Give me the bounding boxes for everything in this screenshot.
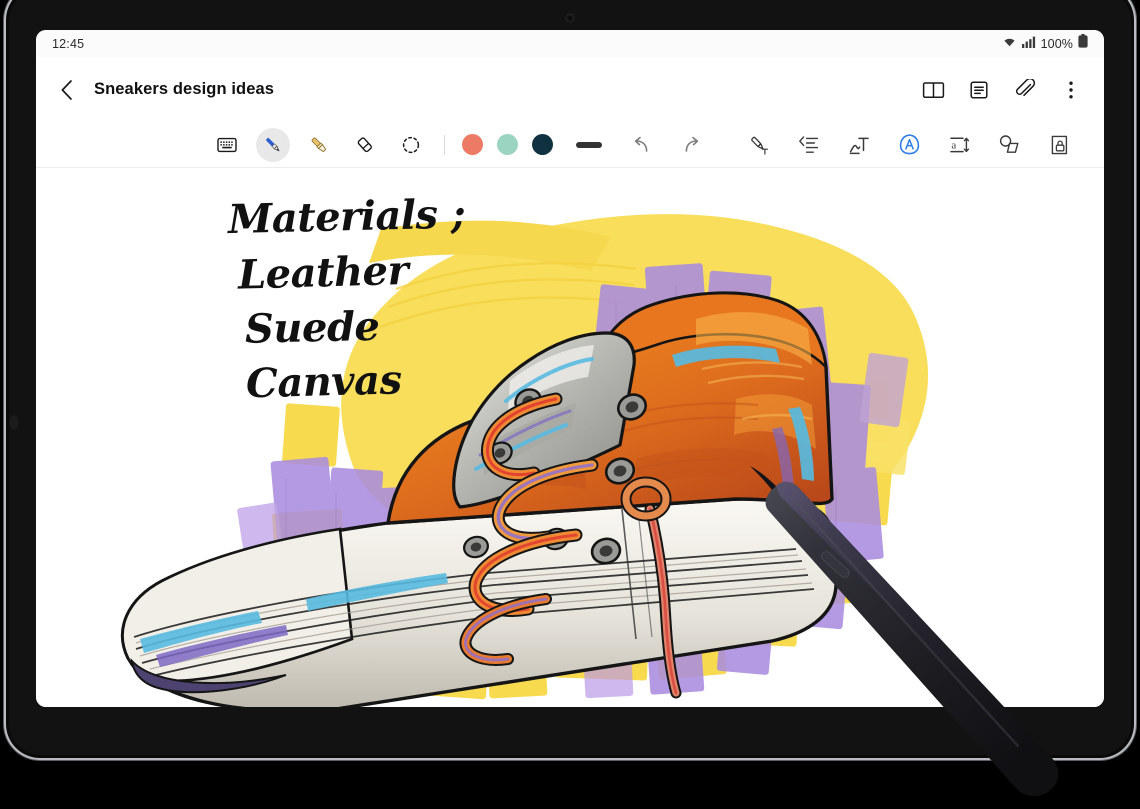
ai-assist-icon xyxy=(899,134,919,155)
stroke-thickness-button[interactable] xyxy=(576,141,602,148)
book-view-button[interactable] xyxy=(918,75,948,105)
shape-recognition-button[interactable] xyxy=(991,128,1027,162)
note-canvas[interactable]: Materials ; Leather Suede Canvas xyxy=(36,169,1104,707)
straighten-text-button[interactable] xyxy=(791,128,827,162)
sneaker-illustration xyxy=(120,214,929,707)
highlighter-icon xyxy=(311,137,327,152)
color-swatch-coral[interactable] xyxy=(462,134,483,155)
text-size-icon: a xyxy=(950,136,970,152)
lasso-select-button[interactable] xyxy=(394,128,428,162)
text-size-button[interactable]: a xyxy=(941,128,977,162)
redo-icon xyxy=(685,136,698,152)
undo-button[interactable] xyxy=(623,128,659,162)
status-indicators: 100% xyxy=(1002,34,1088,53)
tablet-device: 12:45 100% Sneakers design ideas a Mater… xyxy=(0,0,1140,809)
eraser-icon xyxy=(357,136,372,152)
battery-icon xyxy=(1078,34,1088,53)
more-vertical-icon xyxy=(1069,81,1073,98)
device-side-marker xyxy=(10,415,18,429)
color-swatch-mint[interactable] xyxy=(497,134,518,155)
page-title: Sneakers design ideas xyxy=(94,80,275,98)
keyboard-tool-button[interactable] xyxy=(210,128,244,162)
straighten-text-icon xyxy=(798,136,818,153)
app-bar: Sneakers design ideas xyxy=(36,57,1104,122)
undo-icon xyxy=(634,136,647,152)
pen-to-text-icon xyxy=(750,136,768,155)
app-bar-actions xyxy=(918,75,1086,105)
note-list-button[interactable] xyxy=(964,75,994,105)
book-view-icon xyxy=(922,81,944,98)
lock-note-icon xyxy=(1051,135,1067,154)
attach-button[interactable] xyxy=(1010,75,1040,105)
handwriting-to-text-button[interactable] xyxy=(841,128,877,162)
paperclip-icon xyxy=(1015,79,1035,97)
signal-bars-icon xyxy=(1021,35,1036,53)
tablet-screen: 12:45 100% Sneakers design ideas a Mater… xyxy=(36,30,1104,707)
toolbar-actions: a xyxy=(734,128,1084,162)
pen-tool-button[interactable] xyxy=(256,127,290,162)
drawing-toolbar: a xyxy=(36,122,1104,168)
eraser-tool-button[interactable] xyxy=(348,128,382,162)
redo-button[interactable] xyxy=(673,128,709,162)
svg-text:a: a xyxy=(951,139,956,151)
chevron-left-icon xyxy=(61,79,72,100)
more-options-button[interactable] xyxy=(1056,75,1086,105)
status-time: 12:45 xyxy=(52,36,85,51)
lock-note-button[interactable] xyxy=(1041,128,1077,162)
handwriting-to-text-icon xyxy=(849,137,869,154)
status-bar: 12:45 100% xyxy=(36,30,1104,57)
back-button[interactable] xyxy=(50,73,84,107)
toolbar-divider xyxy=(444,134,445,155)
ai-assist-button[interactable] xyxy=(891,128,927,162)
wifi-icon xyxy=(1002,35,1017,53)
keyboard-icon xyxy=(217,137,237,152)
front-camera-dot xyxy=(565,13,575,23)
pen-icon xyxy=(266,137,280,151)
battery-percent-label: 100% xyxy=(1040,36,1073,51)
note-list-icon xyxy=(970,80,988,99)
toolbar-history xyxy=(616,128,716,162)
toolbar-colors xyxy=(455,134,560,155)
lasso-select-icon xyxy=(402,136,420,153)
toolbar-tools xyxy=(204,127,434,162)
highlighter-tool-button[interactable] xyxy=(302,128,336,162)
pen-to-text-button[interactable] xyxy=(741,128,777,162)
color-swatch-navy[interactable] xyxy=(532,134,553,155)
shape-recognition-icon xyxy=(999,135,1018,153)
